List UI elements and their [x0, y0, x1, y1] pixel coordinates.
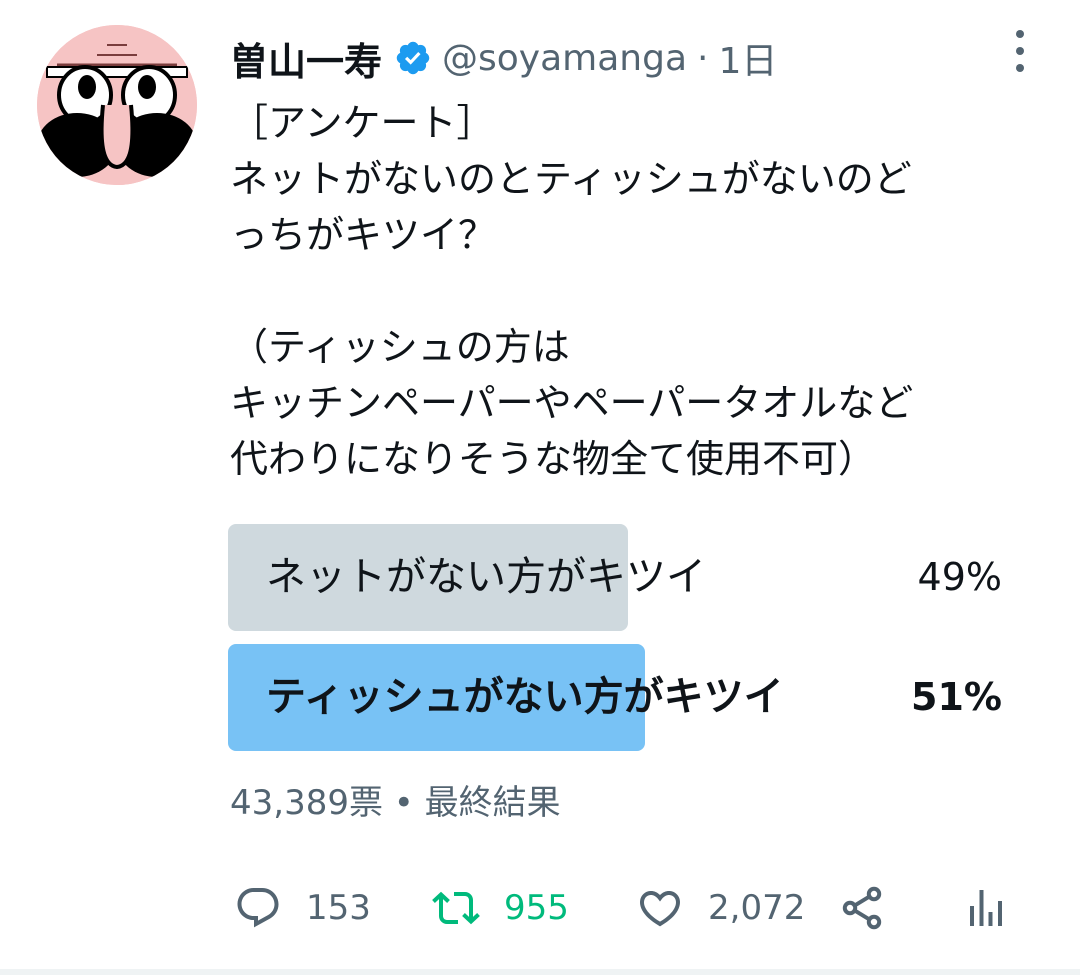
poll-option-percent: 51% — [911, 675, 1002, 719]
like-button[interactable]: 2,072 — [636, 876, 805, 940]
header-separator: · — [697, 37, 709, 79]
divider — [0, 969, 1080, 975]
avatar-illustration — [37, 25, 197, 185]
retweet-button[interactable]: 955 — [432, 876, 569, 940]
tweet-text: ［アンケート］ ネットがないのとティッシュがないのど っちがキツイ？ （ティッシ… — [230, 95, 1050, 487]
share-icon — [842, 886, 882, 930]
tweet-line: ［アンケート］ — [230, 101, 495, 145]
poll-option: ティッシュがない方がキツイ 51% — [228, 644, 1006, 751]
tweet-actions: 153 955 2,072 — [230, 876, 1030, 940]
author-name[interactable]: 曽山一寿 — [230, 31, 382, 86]
tweet-line: キッチンペーパーやペーパータオルなど — [230, 381, 914, 425]
poll-meta-separator: • — [393, 783, 414, 823]
retweet-count: 955 — [504, 888, 569, 928]
poll-option-label: ティッシュがない方がキツイ — [266, 674, 784, 720]
analytics-icon — [970, 890, 1002, 926]
tweet-line: ネットがないのとティッシュがないのど — [230, 157, 912, 201]
poll-meta: 43,389票 • 最終結果 — [230, 775, 561, 824]
author-handle[interactable]: @soyamanga — [442, 38, 687, 79]
poll-option-percent: 49% — [917, 555, 1002, 599]
tweet-line: （ティッシュの方は — [230, 325, 570, 369]
retweet-icon — [432, 891, 480, 925]
tweet-line — [230, 263, 1050, 319]
avatar[interactable] — [37, 25, 197, 185]
poll-vote-count: 43,389票 — [230, 783, 383, 823]
heart-icon — [639, 891, 681, 927]
reply-button[interactable]: 153 — [234, 876, 371, 940]
share-button[interactable] — [838, 876, 886, 940]
like-count: 2,072 — [708, 888, 806, 928]
reply-count: 153 — [306, 888, 371, 928]
tweet-line: 代わりになりそうな物全て使用不可） — [230, 437, 877, 481]
analytics-button[interactable] — [962, 876, 1010, 940]
poll-option-label: ネットがない方がキツイ — [266, 554, 706, 600]
reply-icon — [237, 888, 279, 928]
tweet-line: っちがキツイ？ — [230, 213, 497, 257]
verified-badge-icon — [394, 39, 432, 77]
tweet-timestamp[interactable]: 1日 — [718, 32, 777, 84]
more-options-icon[interactable] — [1008, 30, 1032, 72]
tweet-header: 曽山一寿 @soyamanga · 1日 — [230, 30, 777, 86]
poll-status: 最終結果 — [424, 783, 561, 823]
poll-option: ネットがない方がキツイ 49% — [228, 524, 1006, 631]
